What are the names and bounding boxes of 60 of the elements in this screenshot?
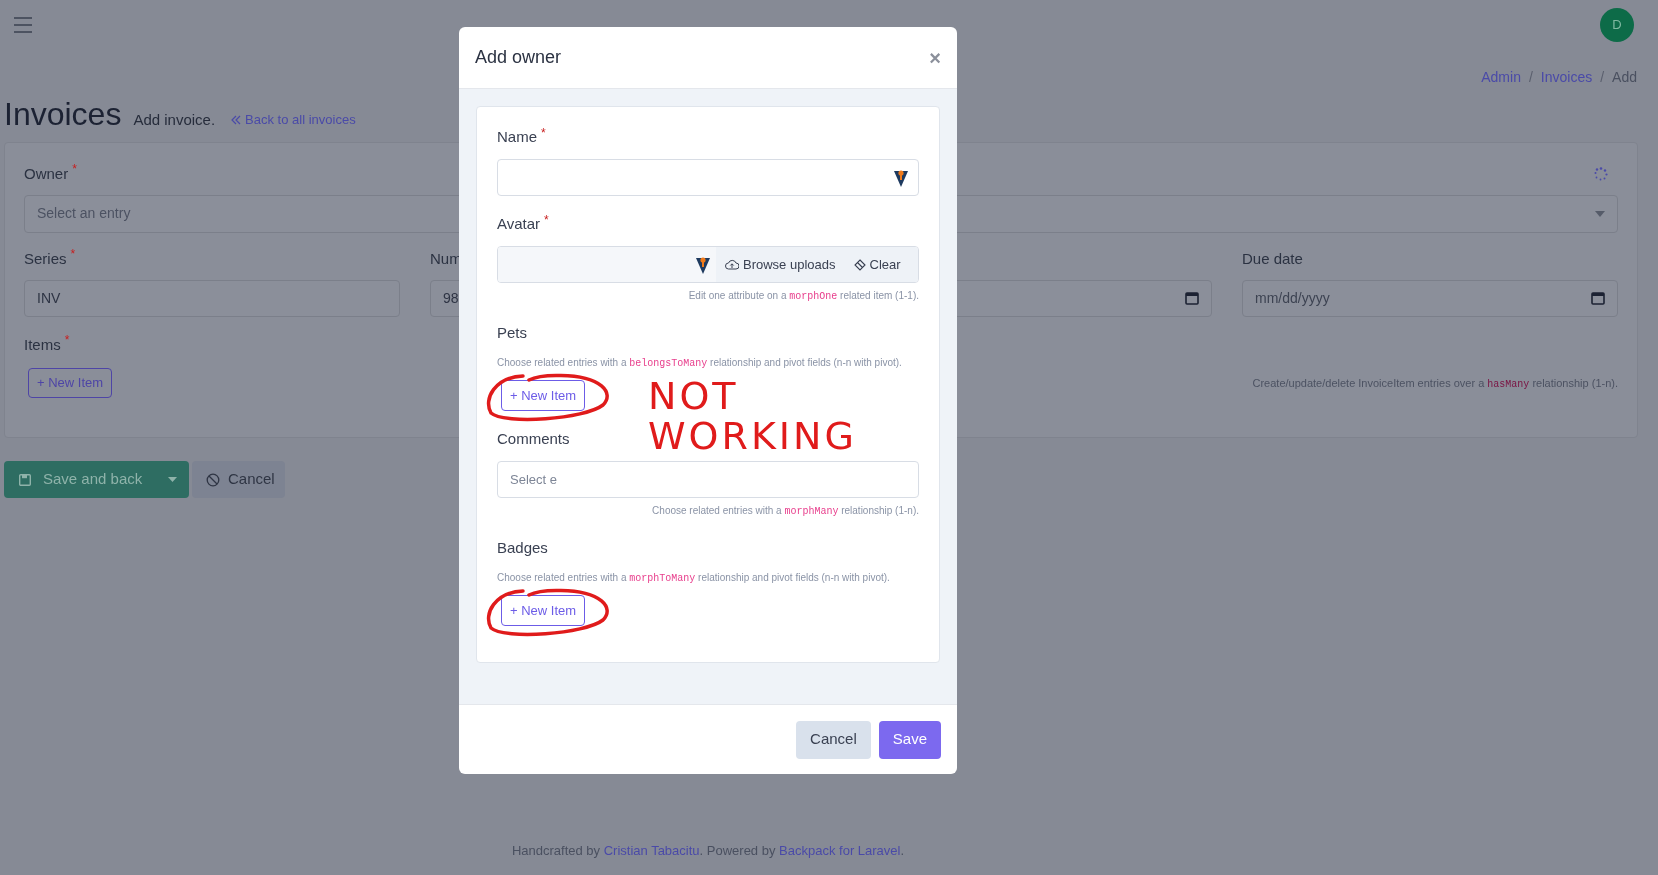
new-item-button[interactable]: + New Item	[501, 380, 586, 411]
select-placeholder: Select an entry	[37, 204, 131, 223]
field-value: 98	[443, 288, 459, 308]
spinner-icon	[1594, 167, 1608, 182]
new-item-button[interactable]: + New Item	[501, 595, 586, 626]
field-label: Due date	[1242, 248, 1303, 269]
breadcrumb-link[interactable]: Invoices	[1540, 67, 1593, 88]
help-text: Edit one attribute on a morphOne related item (1-1).	[687, 289, 919, 304]
back-link[interactable]: Back to all invoices	[231, 110, 356, 130]
footer-link[interactable]: Cristian Tabacitu	[603, 842, 700, 858]
required-mark: *	[70, 247, 76, 260]
field-label: Items	[24, 334, 61, 355]
double-chevron-icon	[231, 115, 242, 125]
footer-text: Handcrafted by Cristian Tabacitu. Powered by Backpack for Laravel.	[510, 841, 906, 860]
caret-icon	[168, 477, 177, 482]
field-label: Series	[24, 248, 67, 269]
help-text: Choose related entries with a morphToMany relationship and pivot fields (n-n with pivot).	[497, 571, 891, 586]
required-mark: *	[64, 333, 70, 346]
field-value: INV	[37, 288, 61, 308]
cancel-button[interactable]: Cancel	[192, 461, 285, 498]
required-mark: *	[72, 163, 77, 175]
save-and-back-button[interactable]: Save and back	[4, 461, 189, 498]
calendar-icon	[1591, 291, 1605, 305]
breadcrumb-link[interactable]: Admin	[1481, 67, 1521, 88]
field-placeholder: mm/dd/yyyy	[1255, 288, 1330, 308]
help-text: Choose related entries with a morphMany relationship (1-n).	[651, 504, 919, 519]
handwritten-note: NOT WORKING	[648, 376, 858, 456]
new-item-button[interactable]: + New Item	[28, 368, 113, 398]
comments-select[interactable]: Select e	[497, 461, 919, 498]
select-placeholder: Select e	[510, 470, 557, 489]
field-label: Pets	[497, 323, 527, 343]
button-label: Save and back	[43, 469, 144, 490]
key-triangle-icon	[894, 168, 908, 187]
help-text: Choose related entries with a belongsToMany relationship and pivot fields (n-n with pivot).	[497, 356, 903, 371]
date-field[interactable]: mm/dd/yyyy	[1242, 279, 1618, 317]
breadcrumb-current: Add	[1612, 68, 1637, 87]
menu-icon	[14, 17, 32, 33]
save-icon	[19, 473, 31, 486]
field-label: Comments	[497, 429, 570, 449]
save-button[interactable]: Save	[878, 720, 941, 759]
field-label: Avatar	[497, 214, 541, 234]
required-mark: *	[541, 127, 546, 139]
calendar-icon	[1185, 291, 1199, 305]
prohibited-icon	[206, 472, 220, 487]
close-button[interactable]: ×	[929, 47, 941, 68]
field-label: Owner	[24, 164, 69, 184]
caret-icon	[1595, 210, 1605, 217]
page-subtitle: Add invoice.	[133, 110, 216, 130]
modal-title: Add owner	[475, 46, 562, 69]
cancel-button[interactable]: Cancel	[796, 720, 871, 759]
breadcrumb-separator: /	[1528, 68, 1533, 87]
text-field[interactable]: INV	[24, 279, 400, 317]
breadcrumb-separator: /	[1600, 68, 1605, 87]
text-field[interactable]	[497, 159, 919, 196]
required-mark: *	[544, 214, 549, 226]
field-label: Name	[497, 127, 537, 147]
help-text: Create/update/delete InvoiceItem entries over a hasMany relationship (1-n).	[1252, 375, 1618, 392]
field-label: Badges	[497, 538, 548, 558]
page-title: Invoices	[4, 95, 122, 134]
user-avatar[interactable]: D	[1600, 8, 1634, 42]
